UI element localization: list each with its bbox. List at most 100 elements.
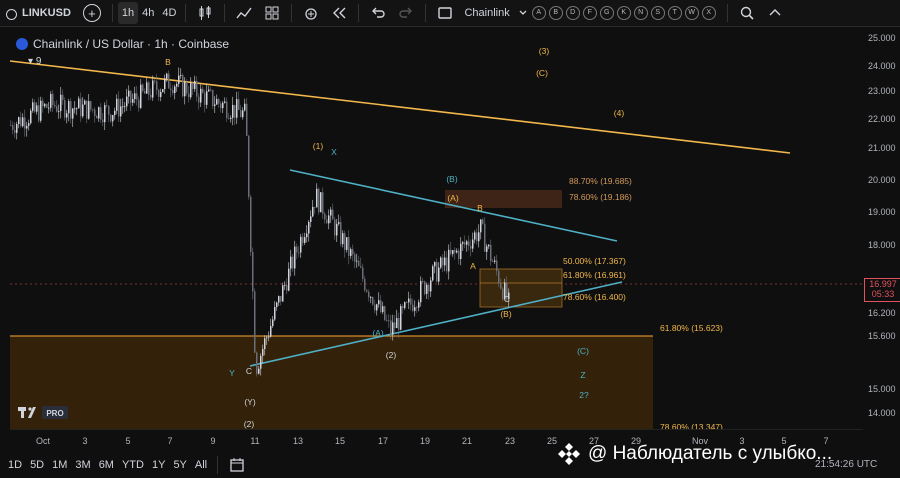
- candle-body: [106, 105, 108, 106]
- add-symbol-button[interactable]: +: [82, 4, 101, 22]
- chart-annotation[interactable]: (2): [244, 419, 255, 429]
- candle-body: [484, 223, 486, 252]
- letter-button-t[interactable]: T: [667, 6, 682, 20]
- range-button-1m[interactable]: 1M: [52, 459, 67, 471]
- chart-canvas[interactable]: 88.70% (19.685) 78.60% (19.186) 50.00% (17…: [10, 27, 863, 429]
- candle-body: [98, 107, 100, 119]
- chart-annotation[interactable]: (2): [386, 350, 397, 360]
- candles-icon[interactable]: [197, 5, 213, 21]
- price-chart[interactable]: 88.70% (19.685) 78.60% (19.186) 50.00% (17…: [10, 27, 863, 429]
- undo-icon[interactable]: [370, 5, 386, 21]
- chart-annotation[interactable]: B: [165, 57, 171, 67]
- compare-symbol-name[interactable]: Chainlink: [464, 2, 509, 24]
- range-button-3m[interactable]: 3M: [75, 459, 90, 471]
- redo-icon[interactable]: [398, 5, 414, 21]
- chart-annotation[interactable]: A: [470, 261, 476, 271]
- chart-annotation[interactable]: C: [246, 366, 252, 376]
- chart-annotation[interactable]: (3): [539, 46, 550, 56]
- chart-annotation[interactable]: X: [331, 147, 337, 157]
- letter-button-n[interactable]: N: [633, 6, 648, 20]
- range-button-ytd[interactable]: YTD: [122, 459, 144, 471]
- letter-button-w[interactable]: W: [684, 6, 699, 20]
- candle-body: [320, 192, 322, 213]
- range-button-6m[interactable]: 6M: [99, 459, 114, 471]
- indicators-icon[interactable]: [236, 5, 253, 21]
- chart-annotation[interactable]: (C): [577, 346, 589, 356]
- chart-annotation[interactable]: (1): [313, 141, 324, 151]
- chart-annotation[interactable]: (A): [447, 193, 459, 203]
- templates-icon[interactable]: [264, 5, 280, 21]
- letter-button-x[interactable]: X: [701, 6, 716, 20]
- candle-body: [118, 98, 120, 117]
- candle-body: [200, 88, 202, 103]
- candle-body: [254, 291, 256, 353]
- price-axis[interactable]: 25.000 24.000 23.000 22.000 21.000 20.000 19.0…: [863, 27, 900, 429]
- range-button-1y[interactable]: 1Y: [152, 459, 165, 471]
- timeframe-4h-button[interactable]: 4h: [138, 2, 158, 24]
- replay-icon[interactable]: [331, 5, 347, 21]
- candle-body: [130, 90, 132, 103]
- letter-button-s[interactable]: S: [650, 6, 665, 20]
- chart-annotation[interactable]: B: [477, 203, 483, 213]
- chart-title: Chainlink / US Dollar · 1h · Coinbase: [16, 37, 229, 51]
- time-axis-label: 3: [82, 436, 88, 446]
- compare-checkbox-icon[interactable]: [437, 5, 453, 21]
- candle-body: [24, 117, 26, 129]
- letter-button-k[interactable]: K: [616, 6, 631, 20]
- candle-body: [188, 93, 190, 98]
- candle-body: [300, 236, 302, 253]
- candle-body: [250, 196, 252, 252]
- chart-annotation[interactable]: 61.80% (16.961): [563, 270, 626, 280]
- zoom-icon[interactable]: [739, 5, 755, 21]
- chart-annotation[interactable]: 78.60% (13.347): [660, 422, 723, 429]
- timeframe-4d-button[interactable]: 4D: [158, 2, 180, 24]
- candle-body: [114, 110, 116, 116]
- chart-annotation[interactable]: Y: [229, 368, 235, 378]
- chart-annotation[interactable]: 78.60% (19.186): [569, 192, 632, 202]
- price-axis-label: 15.000: [868, 384, 896, 394]
- range-button-5y[interactable]: 5Y: [173, 459, 186, 471]
- chart-annotation[interactable]: (A): [372, 328, 384, 338]
- range-button-1d[interactable]: 1D: [8, 459, 22, 471]
- calendar-icon[interactable]: [229, 457, 245, 473]
- chart-annotation[interactable]: 2?: [579, 390, 589, 400]
- candle-body: [486, 246, 488, 252]
- timeframe-1h-button[interactable]: 1h: [117, 2, 139, 24]
- candle-body: [290, 256, 292, 269]
- chart-annotation[interactable]: (B): [500, 309, 512, 319]
- chart-annotation[interactable]: 88.70% (19.685): [569, 176, 632, 186]
- chart-annotation[interactable]: 78.60% (16.400): [563, 292, 626, 302]
- chart-annotation[interactable]: (B): [446, 174, 458, 184]
- chart-annotation[interactable]: Z: [580, 370, 585, 380]
- chart-annotation[interactable]: C: [504, 294, 510, 304]
- candle-body: [450, 249, 452, 254]
- divider: [358, 4, 360, 22]
- fib-zone-mid: [479, 268, 563, 308]
- candle-body: [104, 105, 106, 123]
- chart-annotation[interactable]: 50.00% (17.367): [563, 256, 626, 266]
- collapse-icon[interactable]: [767, 5, 783, 21]
- candle-body: [342, 233, 344, 245]
- divider: [224, 4, 226, 22]
- candle-body: [144, 91, 146, 94]
- letter-button-b[interactable]: B: [548, 6, 563, 20]
- chart-annotation[interactable]: (Y): [244, 397, 256, 407]
- candle-body: [414, 307, 416, 311]
- chevron-down-icon[interactable]: [518, 2, 528, 24]
- range-button-5d[interactable]: 5D: [30, 459, 44, 471]
- chart-annotation[interactable]: 61.80% (15.623): [660, 323, 723, 333]
- chart-annotation[interactable]: (C): [536, 68, 548, 78]
- letter-button-d[interactable]: D: [565, 6, 580, 20]
- candle-body: [490, 244, 492, 262]
- range-button-all[interactable]: All: [195, 459, 207, 471]
- letter-button-a[interactable]: A: [531, 6, 546, 20]
- alert-icon[interactable]: [303, 5, 319, 21]
- bar-countdown: 05:33: [871, 289, 895, 299]
- letter-button-g[interactable]: G: [599, 6, 614, 20]
- chart-annotation[interactable]: (4): [614, 108, 625, 118]
- letter-button-f[interactable]: F: [582, 6, 597, 20]
- candle-body: [412, 304, 414, 311]
- candle-body: [308, 221, 310, 234]
- symbol-search-button[interactable]: LINKUSD: [6, 2, 71, 24]
- indicator-count[interactable]: ▾ 9: [28, 56, 41, 67]
